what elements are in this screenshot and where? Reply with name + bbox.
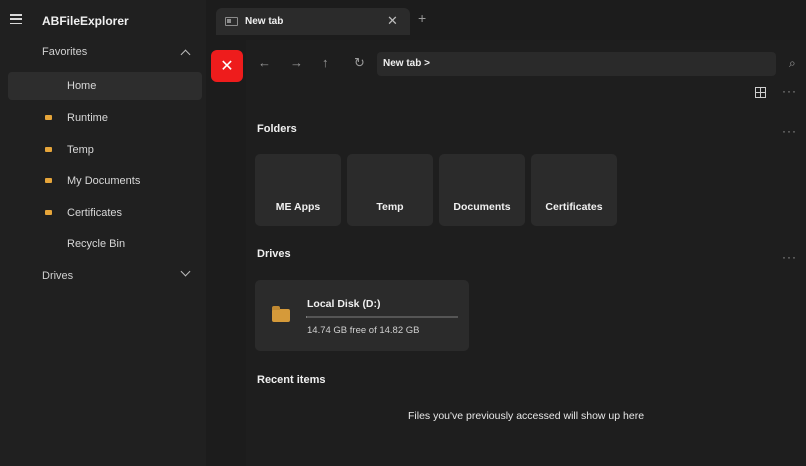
folder-icon [45, 147, 52, 152]
up-button[interactable]: ↑ [322, 55, 329, 70]
drives-more-icon[interactable]: ··· [782, 250, 797, 264]
layout-icon[interactable] [755, 87, 766, 98]
folders-more-icon[interactable]: ··· [782, 124, 797, 138]
folder-icon [45, 178, 52, 183]
drive-usage-bar [306, 316, 458, 318]
folder-card-certificates[interactable]: Certificates [531, 154, 617, 226]
sidebar-item-label: Runtime [67, 112, 108, 124]
drive-free-space: 14.74 GB free of 14.82 GB [307, 325, 420, 336]
folder-card-temp[interactable]: Temp [347, 154, 433, 226]
folder-card-me-apps[interactable]: ME Apps [255, 154, 341, 226]
sidebar-item-label: Home [67, 80, 97, 92]
folder-icon [45, 115, 52, 120]
more-options-icon[interactable]: ··· [782, 84, 797, 98]
sidebar-item-certificates[interactable]: Certificates [8, 199, 202, 227]
sidebar-item-label: Recycle Bin [67, 238, 126, 250]
sidebar-item-label: My Documents [67, 175, 141, 187]
sidebar-item-my-documents[interactable]: My Documents [8, 167, 202, 195]
sidebar-item-temp[interactable]: Temp [8, 136, 202, 164]
chevron-up-icon[interactable] [180, 49, 191, 60]
folder-card-label: ME Apps [275, 201, 321, 213]
drives-heading: Drives [257, 248, 291, 260]
recent-empty-message: Files you've previously accessed will sh… [408, 410, 645, 422]
chevron-down-icon[interactable] [180, 266, 191, 277]
main-content [246, 40, 806, 466]
tab-close-icon[interactable]: ✕ [387, 13, 398, 29]
drives-section-header[interactable]: Drives [42, 270, 73, 282]
back-button[interactable]: ← [258, 55, 271, 70]
drive-name: Local Disk (D:) [307, 298, 381, 310]
app-header: ABFileExplorer [0, 0, 206, 40]
app-title: ABFileExplorer [42, 14, 129, 28]
sidebar: ABFileExplorer Favorites Home Runtime Te… [0, 0, 206, 466]
sidebar-item-recycle-bin[interactable]: Recycle Bin [8, 230, 202, 258]
folder-icon [45, 210, 52, 215]
folder-card-label: Temp [376, 201, 404, 213]
recent-items-heading: Recent items [257, 374, 326, 386]
folder-card-documents[interactable]: Documents [439, 154, 525, 226]
sidebar-item-label: Temp [67, 144, 94, 156]
folders-heading: Folders [257, 123, 297, 135]
drive-usage-fill [306, 316, 307, 318]
hamburger-menu-icon[interactable] [10, 14, 22, 24]
breadcrumb: New tab > [383, 58, 430, 69]
tab-icon [225, 17, 238, 26]
close-button[interactable]: ✕ [211, 50, 243, 82]
drive-card-local-disk-d[interactable]: Local Disk (D:) 14.74 GB free of 14.82 G… [255, 280, 469, 351]
tab-new-tab[interactable]: New tab ✕ [216, 8, 410, 35]
search-icon[interactable]: ⌕ [789, 56, 796, 71]
refresh-button[interactable]: ↻ [354, 55, 365, 71]
sidebar-item-runtime[interactable]: Runtime [8, 104, 202, 132]
folder-card-label: Documents [453, 201, 511, 213]
add-tab-button[interactable]: + [418, 10, 426, 26]
favorites-section-header[interactable]: Favorites [42, 46, 87, 58]
address-bar[interactable]: New tab > [377, 52, 776, 76]
drive-folder-icon [272, 306, 290, 322]
tab-label: New tab [245, 16, 284, 27]
forward-button[interactable]: → [290, 55, 303, 70]
sidebar-item-home[interactable]: Home [8, 72, 202, 100]
sidebar-item-label: Certificates [67, 207, 123, 219]
folder-card-label: Certificates [545, 201, 603, 213]
